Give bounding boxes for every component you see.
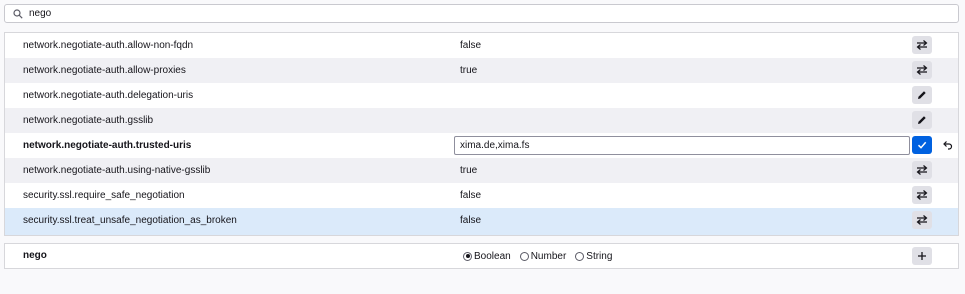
pref-name: security.ssl.treat_unsafe_negotiation_as… xyxy=(23,215,237,226)
radio-number[interactable]: Number xyxy=(519,250,567,262)
pref-name: security.ssl.require_safe_negotiation xyxy=(23,190,185,201)
edit-icon xyxy=(918,91,926,99)
pref-row[interactable]: network.negotiate-auth.allow-non-fqdn fa… xyxy=(5,33,958,58)
search-bar[interactable] xyxy=(4,4,959,23)
pref-value: true xyxy=(460,65,478,76)
pref-row[interactable]: network.negotiate-auth.gsslib xyxy=(5,108,958,133)
search-input[interactable] xyxy=(29,5,958,22)
preferences-table: network.negotiate-auth.allow-non-fqdn fa… xyxy=(4,32,959,236)
type-radio-group: Boolean Number String xyxy=(463,244,621,268)
pref-name: network.negotiate-auth.using-native-gssl… xyxy=(23,165,211,176)
pref-row-selected[interactable]: security.ssl.treat_unsafe_negotiation_as… xyxy=(5,208,958,235)
add-button[interactable] xyxy=(912,247,932,265)
radio-boolean[interactable]: Boolean xyxy=(463,251,511,262)
pref-row[interactable]: security.ssl.require_safe_negotiation fa… xyxy=(5,183,958,208)
toggle-icon xyxy=(916,65,928,75)
pref-name: network.negotiate-auth.allow-non-fqdn xyxy=(23,40,194,51)
pref-value: false xyxy=(460,215,482,226)
edit-icon xyxy=(918,116,926,124)
pref-row[interactable]: network.negotiate-auth.delegation-uris xyxy=(5,83,958,108)
save-button[interactable] xyxy=(912,136,932,154)
reset-button[interactable] xyxy=(937,136,957,154)
pref-value: false xyxy=(460,40,482,51)
edit-button[interactable] xyxy=(912,86,932,104)
pref-name: network.negotiate-auth.delegation-uris xyxy=(23,90,194,101)
add-preference-row: nego Boolean Number String xyxy=(4,243,959,269)
pref-row-editing[interactable]: network.negotiate-auth.trusted-uris xyxy=(5,133,958,158)
pref-name: network.negotiate-auth.trusted-uris xyxy=(23,140,192,151)
pref-row[interactable]: network.negotiate-auth.allow-proxies tru… xyxy=(5,58,958,83)
undo-icon xyxy=(942,141,952,150)
new-pref-name: nego xyxy=(23,250,47,261)
radio-unchecked-icon xyxy=(575,251,585,261)
pref-value: false xyxy=(460,190,482,201)
pref-name: network.negotiate-auth.gsslib xyxy=(23,115,154,126)
toggle-icon xyxy=(916,40,928,50)
search-icon xyxy=(11,7,25,21)
toggle-button[interactable] xyxy=(912,186,932,204)
toggle-icon xyxy=(916,190,928,200)
toggle-button[interactable] xyxy=(912,161,932,179)
radio-unchecked-icon xyxy=(519,251,529,261)
toggle-icon xyxy=(916,165,928,175)
radio-label: String xyxy=(586,250,613,262)
radio-label: Number xyxy=(530,250,567,262)
toggle-button[interactable] xyxy=(912,61,932,79)
edit-button[interactable] xyxy=(912,111,932,129)
radio-checked-icon xyxy=(463,251,472,261)
pref-name: network.negotiate-auth.allow-proxies xyxy=(23,65,186,76)
pref-value-input[interactable] xyxy=(454,136,910,155)
radio-string[interactable]: String xyxy=(575,251,612,262)
toggle-button[interactable] xyxy=(912,211,932,229)
pref-value: true xyxy=(460,165,478,176)
toggle-button[interactable] xyxy=(912,36,932,54)
radio-label: Boolean xyxy=(474,250,511,262)
toggle-icon xyxy=(916,215,928,225)
checkmark-icon xyxy=(917,141,927,149)
add-icon xyxy=(918,252,926,260)
pref-row[interactable]: network.negotiate-auth.using-native-gssl… xyxy=(5,158,958,183)
